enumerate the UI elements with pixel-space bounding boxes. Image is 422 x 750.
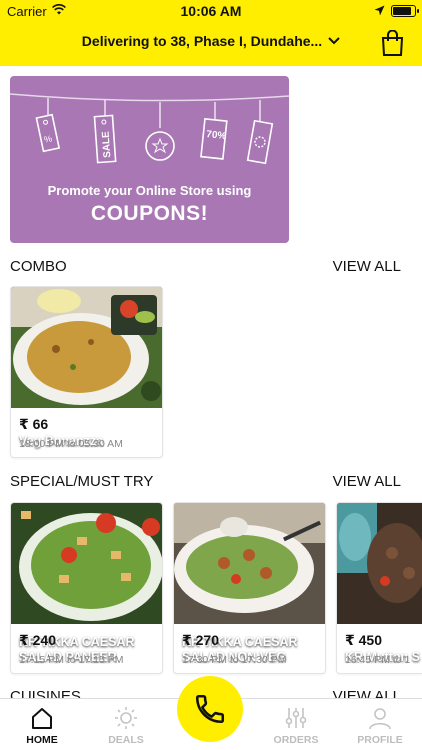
shopping-bag-icon[interactable] [381, 30, 404, 56]
tab-profile-label: PROFILE [357, 734, 403, 746]
app-header: Carrier 10:06 AM Delivering to 38, Phase… [0, 0, 422, 66]
special-item-card[interactable]: KR TIKKA CAESAR SALAD NON VEG ₹ 270 17:3… [173, 502, 326, 674]
combo-view-all-link[interactable]: VIEW ALL [333, 258, 401, 275]
special-item-timing: 16:45 PM to 1 [345, 654, 411, 666]
clock: 10:06 AM [180, 3, 242, 19]
tab-home-label: HOME [26, 734, 58, 746]
home-icon [32, 708, 52, 729]
special-item-card[interactable]: KR Mutton S ₹ 450 16:45 PM to 1 [336, 502, 422, 674]
banner-headline: COUPONS! [90, 202, 209, 225]
hanging-tags-illustration: % SALE 70% [10, 93, 289, 165]
combo-item-timing: 18:00 PM to 05:30 AM [19, 438, 123, 450]
food-image [337, 503, 422, 624]
tab-deals-label: DEALS [108, 734, 144, 746]
tab-deals[interactable]: DEALS [84, 699, 168, 750]
food-image [11, 287, 162, 408]
special-item-price: ₹ 270 [182, 632, 219, 648]
combo-item-price: ₹ 66 [19, 416, 49, 432]
special-item-card[interactable]: KR TIKKA CAESAR SALAD PANEER ₹ 240 17:15… [10, 502, 163, 674]
user-icon [369, 708, 391, 730]
svg-text:%: % [43, 133, 53, 144]
discount-tag-text: 70% [206, 129, 227, 142]
special-item-price: ₹ 450 [345, 632, 382, 648]
call-button[interactable] [177, 676, 243, 742]
chevron-down-icon [328, 37, 340, 45]
location-arrow-icon [374, 5, 385, 16]
delivery-address-text: Delivering to 38, Phase I, Dundahe... [81, 33, 323, 49]
tab-profile[interactable]: PROFILE [338, 699, 422, 750]
special-section-title: SPECIAL/MUST TRY [10, 473, 154, 490]
phone-icon [195, 694, 225, 724]
delivery-address-selector[interactable]: Delivering to 38, Phase I, Dundahe... [0, 33, 422, 49]
status-bar: Carrier 10:06 AM [0, 0, 422, 22]
combo-section-title: COMBO [10, 258, 67, 275]
food-image [174, 503, 325, 624]
banner-subtitle: Promote your Online Store using [47, 183, 252, 198]
special-view-all-link[interactable]: VIEW ALL [333, 473, 401, 490]
special-item-timing: 17:30 PM to 17:30 PM [182, 654, 287, 666]
tab-orders[interactable]: ORDERS [254, 699, 338, 750]
sun-icon [115, 707, 137, 729]
food-image [11, 503, 162, 624]
special-item-price: ₹ 240 [19, 632, 56, 648]
coupon-promo-banner[interactable]: % SALE 70% Promote your Online Store usi… [10, 76, 289, 243]
tab-home[interactable]: HOME [0, 699, 84, 750]
battery-icon [391, 5, 419, 17]
combo-item-card[interactable]: Veg Bonanzza ₹ 66 18:00 PM to 05:30 AM [10, 286, 163, 458]
sale-tag-text: SALE [101, 131, 114, 159]
sliders-icon [285, 708, 307, 728]
tab-orders-label: ORDERS [273, 734, 319, 746]
special-item-timing: 17:15 PM to 17:15 PM [19, 654, 124, 666]
